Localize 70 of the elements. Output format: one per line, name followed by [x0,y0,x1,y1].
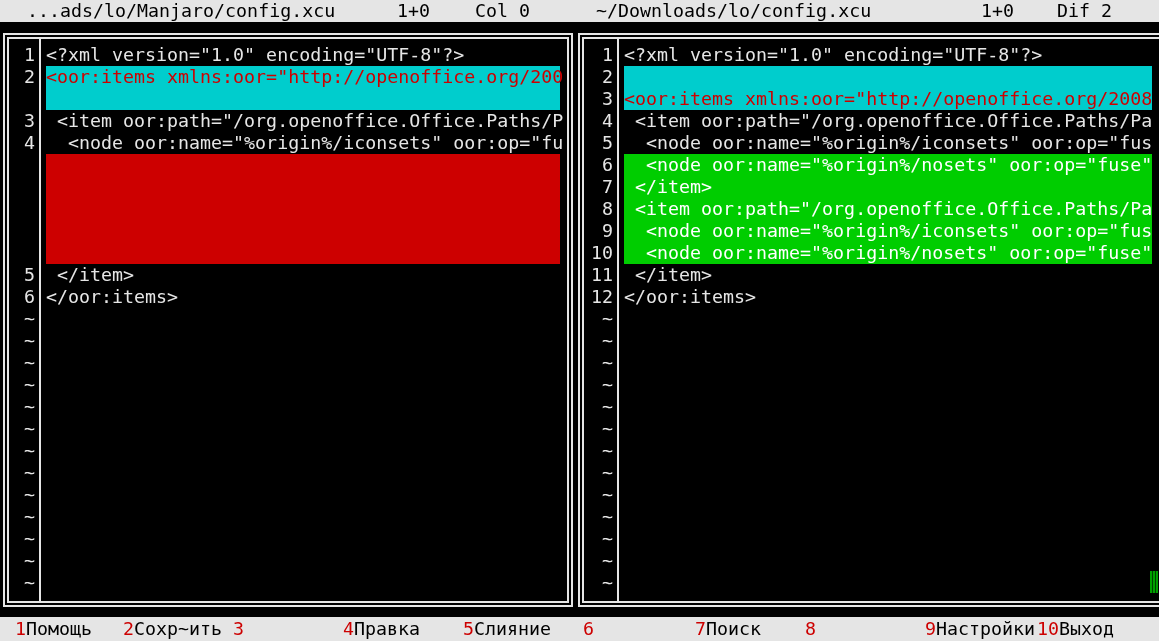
code-line: <?xml version="1.0" encoding="UTF-8"?> [624,44,1044,66]
function-key[interactable]: 9Настройки [925,618,1036,640]
diff-count: Dif 2 [1057,0,1114,22]
function-key[interactable]: 2Сохр~ить [123,618,223,640]
tilde-marker: ~ [602,374,613,395]
code-line: </oor:items> [624,286,758,308]
tilde-marker: ~ [602,308,613,329]
line-number: 3 [24,110,35,131]
line-number: 1 [602,44,613,65]
file-path: ...ads/lo/Manjaro/config.xcu [27,0,337,22]
code-line: <?xml version="1.0" encoding="UTF-8"?> [46,44,466,66]
code-line: </oor:items> [46,286,180,308]
scroll-indicator [1150,571,1159,593]
tilde-marker: ~ [24,506,35,527]
line-number: 10 [591,242,613,263]
column-indicator: Col 0 [475,0,532,22]
tilde-marker: ~ [602,330,613,351]
code-line: <item oor:path="/org.openoffice.Office.Paths/Pa [634,110,1153,132]
function-key[interactable]: 5Слияние [463,618,552,640]
file-path: ~/Downloads/lo/config.xcu [596,0,873,22]
line-number: 6 [602,154,613,175]
cursor-position: 1+0 [397,0,432,22]
tilde-marker: ~ [24,330,35,351]
tilde-marker: ~ [602,462,613,483]
function-key[interactable]: 3 [233,618,244,640]
tilde-marker: ~ [602,572,613,593]
code-line: </item> [634,264,714,286]
code-line: <node oor:name="%origin%/iconsets" oor:op="fu [67,132,560,154]
cursor-position: 1+0 [981,0,1016,22]
tilde-marker: ~ [602,484,613,505]
function-key[interactable]: 1Помощь [15,618,93,640]
tilde-marker: ~ [602,418,613,439]
tilde-marker: ~ [602,440,613,461]
tilde-marker: ~ [602,528,613,549]
tilde-marker: ~ [24,440,35,461]
line-number: 5 [602,132,613,153]
tilde-marker: ~ [24,308,35,329]
tilde-marker: ~ [602,550,613,571]
function-key[interactable]: 4Правка [343,618,421,640]
tilde-marker: ~ [24,572,35,593]
line-number: 12 [591,286,613,307]
tilde-marker: ~ [24,484,35,505]
tilde-marker: ~ [24,352,35,373]
line-number: 9 [602,220,613,241]
tilde-marker: ~ [24,462,35,483]
tilde-marker: ~ [602,506,613,527]
tilde-marker: ~ [24,418,35,439]
tilde-marker: ~ [602,396,613,417]
code-line: </item> [56,264,136,286]
function-key[interactable]: 7Поиск [695,618,762,640]
function-key[interactable]: 10Выход [1037,618,1115,640]
line-number: 7 [602,176,613,197]
line-number: 6 [24,286,35,307]
line-number: 5 [24,264,35,285]
line-number: 8 [602,198,613,219]
line-number: 2 [602,66,613,87]
line-number: 4 [602,110,613,131]
tilde-marker: ~ [24,374,35,395]
tilde-marker: ~ [24,550,35,571]
line-number: 2 [24,66,35,87]
function-key[interactable]: 8 [805,618,816,640]
line-number: 1 [24,44,35,65]
tilde-marker: ~ [24,528,35,549]
line-number: 3 [602,88,613,109]
code-line: <node oor:name="%origin%/iconsets" oor:op="fus [645,132,1153,154]
tilde-marker: ~ [24,396,35,417]
tilde-marker: ~ [602,352,613,373]
line-number: 4 [24,132,35,153]
function-key[interactable]: 6 [583,618,594,640]
line-number: 11 [591,264,613,285]
